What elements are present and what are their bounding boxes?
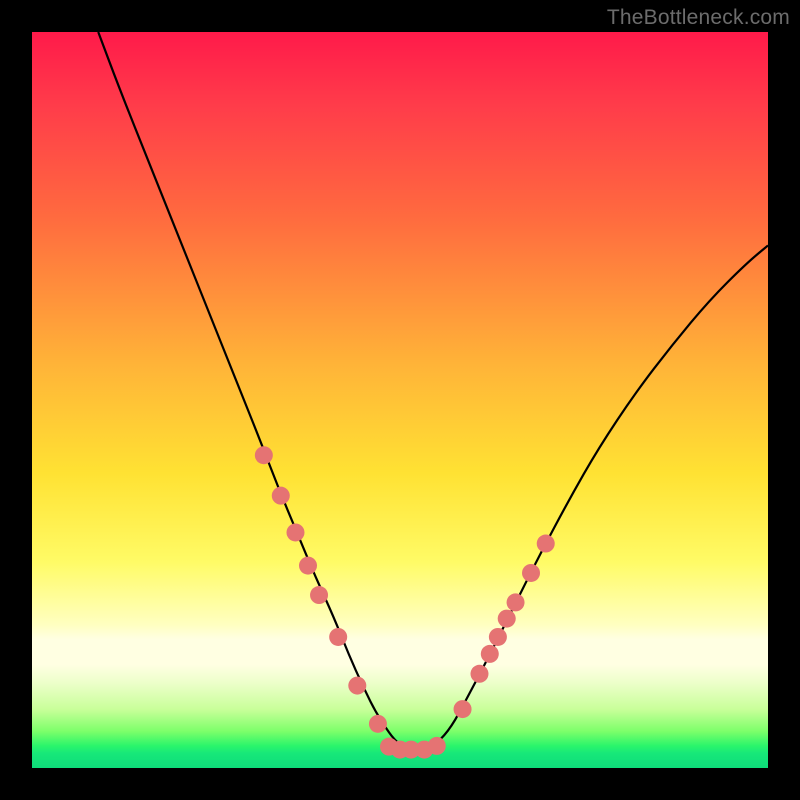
data-point — [481, 645, 499, 663]
data-point — [329, 628, 347, 646]
data-point — [286, 523, 304, 541]
data-point — [498, 610, 516, 628]
data-point — [255, 446, 273, 464]
data-point — [507, 593, 525, 611]
data-point — [369, 715, 387, 733]
data-point — [428, 737, 446, 755]
data-point — [489, 628, 507, 646]
curve-layer — [98, 32, 768, 749]
data-point — [454, 700, 472, 718]
data-point — [348, 677, 366, 695]
plot-area — [32, 32, 768, 768]
data-point — [537, 535, 555, 553]
data-point — [470, 665, 488, 683]
chart-svg — [32, 32, 768, 768]
bottleneck-curve — [98, 32, 768, 749]
dots-layer — [255, 446, 555, 758]
data-point — [310, 586, 328, 604]
data-point — [272, 487, 290, 505]
watermark-text: TheBottleneck.com — [607, 6, 790, 30]
data-point — [299, 557, 317, 575]
chart-frame: TheBottleneck.com — [0, 0, 800, 800]
data-point — [522, 564, 540, 582]
